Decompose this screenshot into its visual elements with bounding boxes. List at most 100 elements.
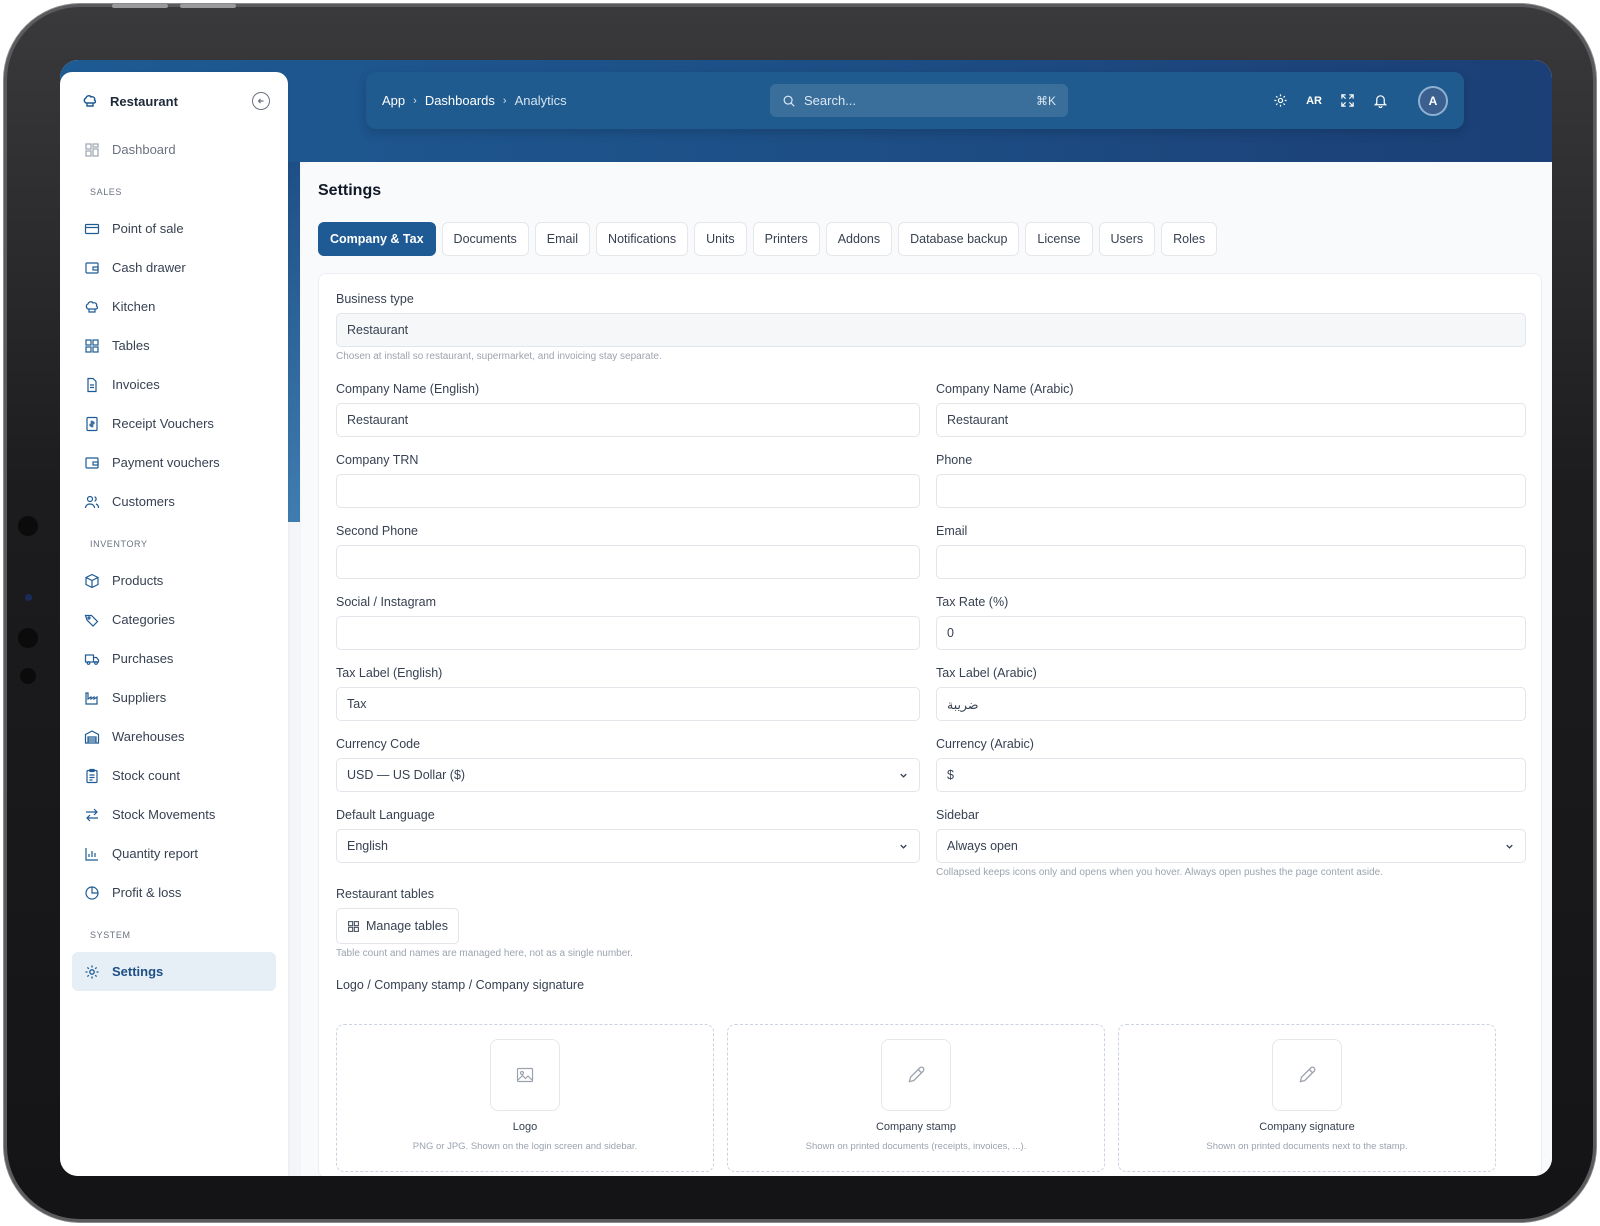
tab-addons[interactable]: Addons: [825, 222, 893, 256]
tab-users[interactable]: Users: [1098, 222, 1156, 256]
pencil-icon: [1299, 1066, 1316, 1083]
sidebar-item-settings[interactable]: Settings: [72, 952, 276, 991]
settings-page: Settings Company & Tax Documents Email N…: [301, 162, 1552, 1176]
tab-company-tax[interactable]: Company & Tax: [318, 222, 436, 256]
sidebar-item-warehouses[interactable]: Warehouses: [72, 717, 276, 756]
manage-tables-button[interactable]: Manage tables: [336, 908, 460, 944]
tax-label-en-input[interactable]: Tax: [336, 687, 920, 721]
currency-ar-field: Currency (Arabic) $: [936, 737, 1526, 792]
second-phone-field: Second Phone: [336, 524, 920, 579]
tab-database-backup[interactable]: Database backup: [898, 222, 1020, 256]
device-button: [180, 4, 236, 8]
logo-upload[interactable]: Logo PNG or JPG. Shown on the login scre…: [336, 1024, 714, 1172]
sidebar-item-receipt-vouchers[interactable]: Receipt Vouchers: [72, 404, 276, 443]
avatar[interactable]: A: [1418, 85, 1448, 116]
stamp-upload-box[interactable]: [881, 1039, 951, 1111]
email-input[interactable]: [936, 545, 1526, 579]
truck-icon: [84, 651, 100, 667]
second-phone-input[interactable]: [336, 545, 920, 579]
default-language-field: Default Language English: [336, 808, 920, 863]
sidebar-item-label: Tables: [112, 338, 150, 353]
sidebar-item-purchases[interactable]: Purchases: [72, 639, 276, 678]
language-toggle[interactable]: AR: [1306, 95, 1322, 107]
chevron-down-icon: [1506, 844, 1513, 849]
field-label: Default Language: [336, 808, 435, 822]
device-sensor: [18, 628, 38, 648]
breadcrumb-current: Analytics: [514, 93, 567, 108]
phone-input[interactable]: [936, 474, 1526, 508]
sidebar-item-invoices[interactable]: Invoices: [72, 365, 276, 404]
tax-rate-input[interactable]: 0: [936, 616, 1526, 650]
field-label: Logo / Company stamp / Company signature: [336, 978, 585, 992]
sidebar-item-payment-vouchers[interactable]: Payment vouchers: [72, 443, 276, 482]
tax-label-ar-input[interactable]: ضريبة: [936, 687, 1526, 721]
currency-code-select[interactable]: USD — US Dollar ($): [336, 758, 920, 792]
topbar-actions: AR A: [1273, 85, 1448, 116]
sidebar-item-kitchen[interactable]: Kitchen: [72, 287, 276, 326]
company-name-ar-input[interactable]: Restaurant: [936, 403, 1526, 437]
receipt-icon: [84, 416, 100, 432]
brand-name: Restaurant: [110, 93, 178, 109]
tab-notifications[interactable]: Notifications: [596, 222, 689, 256]
tab-email[interactable]: Email: [534, 222, 591, 256]
search-input[interactable]: Search... ⌘K: [770, 84, 1068, 117]
company-trn-field: Company TRN: [336, 453, 920, 508]
sidebar-item-stock-count[interactable]: Stock count: [72, 756, 276, 795]
bell-icon[interactable]: [1373, 93, 1388, 108]
company-stamp-upload[interactable]: Company stamp Shown on printed documents…: [727, 1024, 1105, 1172]
gear-icon[interactable]: [1273, 93, 1288, 108]
signature-upload-box[interactable]: [1272, 1039, 1342, 1111]
sidebar-section-title: SALES: [90, 187, 123, 197]
sidebar-header: Restaurant: [60, 72, 288, 130]
default-language-select[interactable]: English: [336, 829, 920, 863]
table-grid-icon: [348, 920, 359, 932]
breadcrumb-dashboards[interactable]: Dashboards: [425, 93, 495, 108]
company-tax-form: Business type Restaurant Chosen at insta…: [318, 273, 1542, 1176]
sidebar-item-stock-movements[interactable]: Stock Movements: [72, 795, 276, 834]
arrow-left-icon: [257, 98, 264, 104]
sidebar-section-title: INVENTORY: [90, 539, 148, 549]
company-name-en-input[interactable]: Restaurant: [336, 403, 920, 437]
grid-icon: [84, 142, 100, 158]
phone-field: Phone: [936, 453, 1526, 508]
sidebar-mode-select[interactable]: Always open: [936, 829, 1526, 863]
sidebar-item-label: Point of sale: [112, 221, 184, 236]
sidebar-item-dashboard[interactable]: Dashboard: [72, 130, 276, 169]
tab-units[interactable]: Units: [694, 222, 747, 256]
chef-hat-icon: [84, 299, 100, 315]
sidebar-item-profit-loss[interactable]: Profit & loss: [72, 873, 276, 912]
sidebar-item-point-of-sale[interactable]: Point of sale: [72, 209, 276, 248]
arrows-swap-icon: [84, 807, 100, 823]
fullscreen-icon[interactable]: [1340, 93, 1355, 108]
tax-label-ar-field: Tax Label (Arabic) ضريبة: [936, 666, 1526, 721]
company-name-en-field: Company Name (English) Restaurant: [336, 382, 920, 437]
search-placeholder: Search...: [804, 93, 857, 108]
sidebar-item-quantity-report[interactable]: Quantity report: [72, 834, 276, 873]
field-hint: Chosen at install so restaurant, superma…: [336, 351, 662, 362]
sidebar-item-suppliers[interactable]: Suppliers: [72, 678, 276, 717]
currency-ar-input[interactable]: $: [936, 758, 1526, 792]
collapse-sidebar-button[interactable]: [252, 92, 270, 110]
company-trn-input[interactable]: [336, 474, 920, 508]
sidebar-item-tables[interactable]: Tables: [72, 326, 276, 365]
sidebar-item-customers[interactable]: Customers: [72, 482, 276, 521]
tab-roles[interactable]: Roles: [1161, 222, 1218, 256]
warehouse-icon: [84, 729, 100, 745]
tab-documents[interactable]: Documents: [441, 222, 529, 256]
company-signature-upload[interactable]: Company signature Shown on printed docum…: [1118, 1024, 1496, 1172]
sidebar: Restaurant Dashboard SALES Point of sale…: [60, 72, 288, 1176]
device-sensor: [18, 516, 38, 536]
sidebar-item-cash-drawer[interactable]: Cash drawer: [72, 248, 276, 287]
field-hint: Collapsed keeps icons only and opens whe…: [936, 867, 1383, 878]
sidebar-item-categories[interactable]: Categories: [72, 600, 276, 639]
sidebar-item-products[interactable]: Products: [72, 561, 276, 600]
sidebar-item-label: Customers: [112, 494, 175, 509]
topbar: App › Dashboards › Analytics Search... ⌘…: [366, 72, 1464, 129]
social-input[interactable]: [336, 616, 920, 650]
tax-label-en-field: Tax Label (English) Tax: [336, 666, 920, 721]
breadcrumb-app[interactable]: App: [382, 93, 405, 108]
tax-rate-field: Tax Rate (%) 0: [936, 595, 1526, 650]
tab-printers[interactable]: Printers: [752, 222, 820, 256]
tab-license[interactable]: License: [1025, 222, 1093, 256]
logo-upload-box[interactable]: [490, 1039, 560, 1111]
